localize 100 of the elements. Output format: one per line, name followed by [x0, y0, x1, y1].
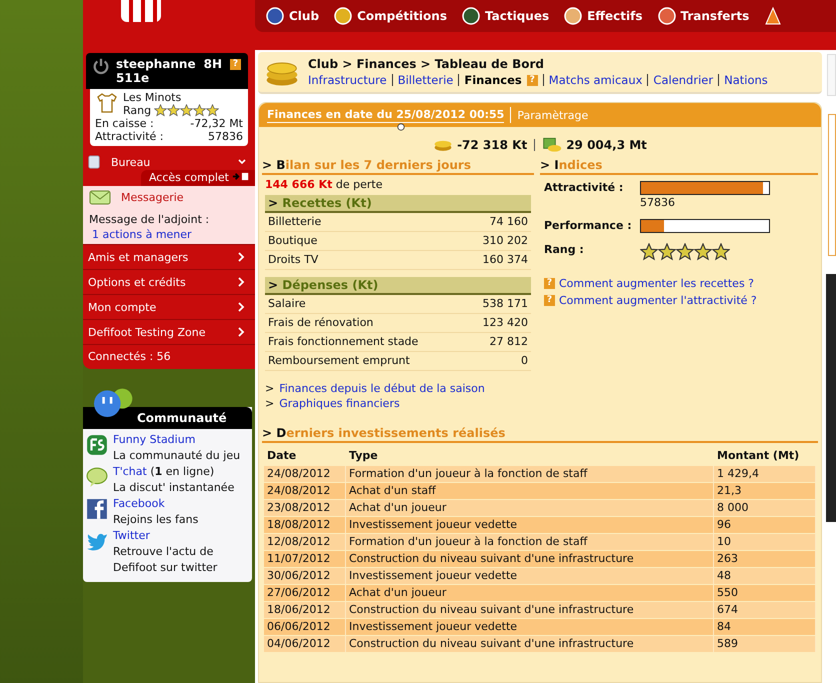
row-value: 123 420	[482, 316, 528, 330]
table-cell: 06/06/2012	[264, 619, 346, 635]
finance-link[interactable]: Finances depuis le début de la saison	[279, 382, 485, 395]
community-description: La discut' instantanée	[113, 480, 234, 496]
row-value: 538 171	[482, 297, 528, 311]
section-link[interactable]: Calendrier	[653, 73, 714, 87]
chevron-right-icon	[237, 252, 245, 262]
index-reading: 57836	[640, 196, 676, 209]
cash-balance: -72 318 Kt	[457, 138, 528, 152]
chevron-down-icon[interactable]	[237, 157, 247, 167]
team-name: Les Minots	[123, 91, 182, 104]
link-marker: >	[265, 382, 274, 395]
nav-item-icon	[460, 6, 481, 26]
cone-icon	[763, 6, 784, 26]
user-hours: 8H	[204, 57, 222, 71]
group-heading: > Recettes (Kt)	[265, 195, 531, 213]
nav-item-icon	[563, 6, 584, 26]
arrow-doc-icon	[231, 172, 251, 181]
cash-label: En caisse :	[95, 117, 154, 130]
section-heading: > Indices	[540, 157, 818, 175]
table-cell: 10	[714, 534, 816, 550]
table-cell: Construction du niveau suivant d'une infrastructure	[346, 551, 714, 567]
community-title: Communauté	[83, 407, 252, 429]
table-cell: Investissement joueur vedette	[346, 568, 714, 584]
community-link[interactable]: Facebook	[113, 497, 165, 510]
help-link[interactable]: Comment augmenter les recettes ?	[559, 275, 754, 292]
table-cell: Achat d'un joueur	[346, 585, 714, 601]
table-cell: 18/06/2012	[264, 602, 346, 618]
table-cell: 27/06/2012	[264, 585, 346, 601]
ball-icon	[397, 122, 405, 130]
community-description: Rejoins les fans	[113, 512, 198, 528]
column-header: Montant (Mt)	[716, 448, 800, 464]
table-cell: 589	[714, 636, 816, 652]
nav-link[interactable]: Transferts	[656, 6, 750, 26]
messages-link[interactable]: Messagerie	[121, 191, 184, 204]
attractiveness-value: 57836	[208, 130, 243, 143]
row-value: 74 160	[490, 215, 528, 229]
row-label: Boutique	[268, 234, 318, 248]
section-link[interactable]: Finances	[464, 73, 522, 87]
attractiveness-label: Attractivité :	[95, 130, 164, 143]
finance-link[interactable]: Graphiques financiers	[279, 397, 400, 410]
chat-bubble-icon	[86, 466, 108, 488]
row-value: 160 374	[482, 253, 528, 267]
chevron-right-icon	[237, 327, 245, 337]
community-description: Retrouve l'actu de Defifoot sur twitter	[113, 544, 218, 576]
section-link[interactable]: Nations	[724, 73, 768, 87]
row-value: 27 812	[490, 335, 528, 349]
section-link[interactable]: Infrastructure	[308, 73, 387, 87]
row-label: Frais de rénovation	[268, 316, 374, 330]
full-access-link[interactable]: Accès complet	[140, 170, 255, 186]
money-icon	[542, 137, 562, 153]
table-cell: 24/08/2012	[264, 466, 346, 482]
link-marker: >	[265, 397, 274, 410]
office-title[interactable]: Bureau	[111, 156, 237, 168]
community-link[interactable]: Funny Stadium	[113, 433, 196, 446]
row-value: 0	[521, 354, 528, 368]
table-cell: 1 429,4	[714, 466, 816, 482]
table-cell: Achat d'un staff	[346, 483, 714, 499]
section-link[interactable]: Matchs amicaux	[548, 73, 642, 87]
loss-label: de perte	[336, 178, 382, 191]
nav-item-icon	[333, 6, 354, 26]
nav-link[interactable]: Tactiques	[460, 6, 550, 26]
user-rank: 511e	[116, 71, 150, 85]
table-cell: 18/08/2012	[264, 517, 346, 533]
table-cell: 84	[714, 619, 816, 635]
table-cell: Construction du niveau suivant d'une infrastructure	[346, 636, 714, 652]
papers-icon	[87, 154, 101, 170]
index-label: Attractivité :	[544, 181, 624, 194]
chevron-right-icon	[237, 277, 245, 287]
table-cell: 48	[714, 568, 816, 584]
nav-item-icon	[656, 6, 676, 26]
power-icon[interactable]	[92, 57, 110, 75]
community-link[interactable]: Twitter	[113, 529, 150, 542]
logo-icon	[121, 0, 161, 22]
community-link[interactable]: T'chat	[113, 465, 147, 478]
table-cell: 23/08/2012	[264, 500, 346, 516]
group-heading: > Dépenses (Kt)	[265, 277, 531, 295]
row-label: Droits TV	[268, 253, 318, 267]
index-label: Rang :	[544, 243, 585, 256]
help-link[interactable]: Comment augmenter l'attractivité ?	[559, 292, 757, 309]
cash-value: -72,32 Mt	[190, 117, 243, 130]
table-cell: Formation d'un joueur à la fonction de staff	[346, 534, 714, 550]
row-label: Remboursement emprunt	[268, 354, 410, 368]
nav-link[interactable]: Effectifs	[563, 6, 642, 26]
row-label: Salaire	[268, 297, 306, 311]
nav-link[interactable]: Compétitions	[333, 6, 447, 26]
table-cell: Construction du niveau suivant d'une infrastructure	[346, 602, 714, 618]
nav-item-icon	[265, 6, 285, 26]
actions-link[interactable]: 1 actions à mener	[89, 228, 192, 241]
section-link[interactable]: Billetterie	[398, 73, 454, 87]
column-header: Type	[348, 448, 379, 464]
table-cell: Investissement joueur vedette	[346, 517, 714, 533]
user-name: steephanne	[116, 57, 196, 71]
table-cell: 04/06/2012	[264, 636, 346, 652]
nav-link[interactable]: Club	[265, 6, 320, 26]
rank-label: Rang	[123, 104, 152, 117]
table-cell: 30/06/2012	[264, 568, 346, 584]
table-cell: Formation d'un joueur à la fonction de staff	[346, 466, 714, 482]
table-cell: 550	[714, 585, 816, 601]
section-heading: > Bilan sur les 7 derniers jours	[262, 157, 534, 175]
